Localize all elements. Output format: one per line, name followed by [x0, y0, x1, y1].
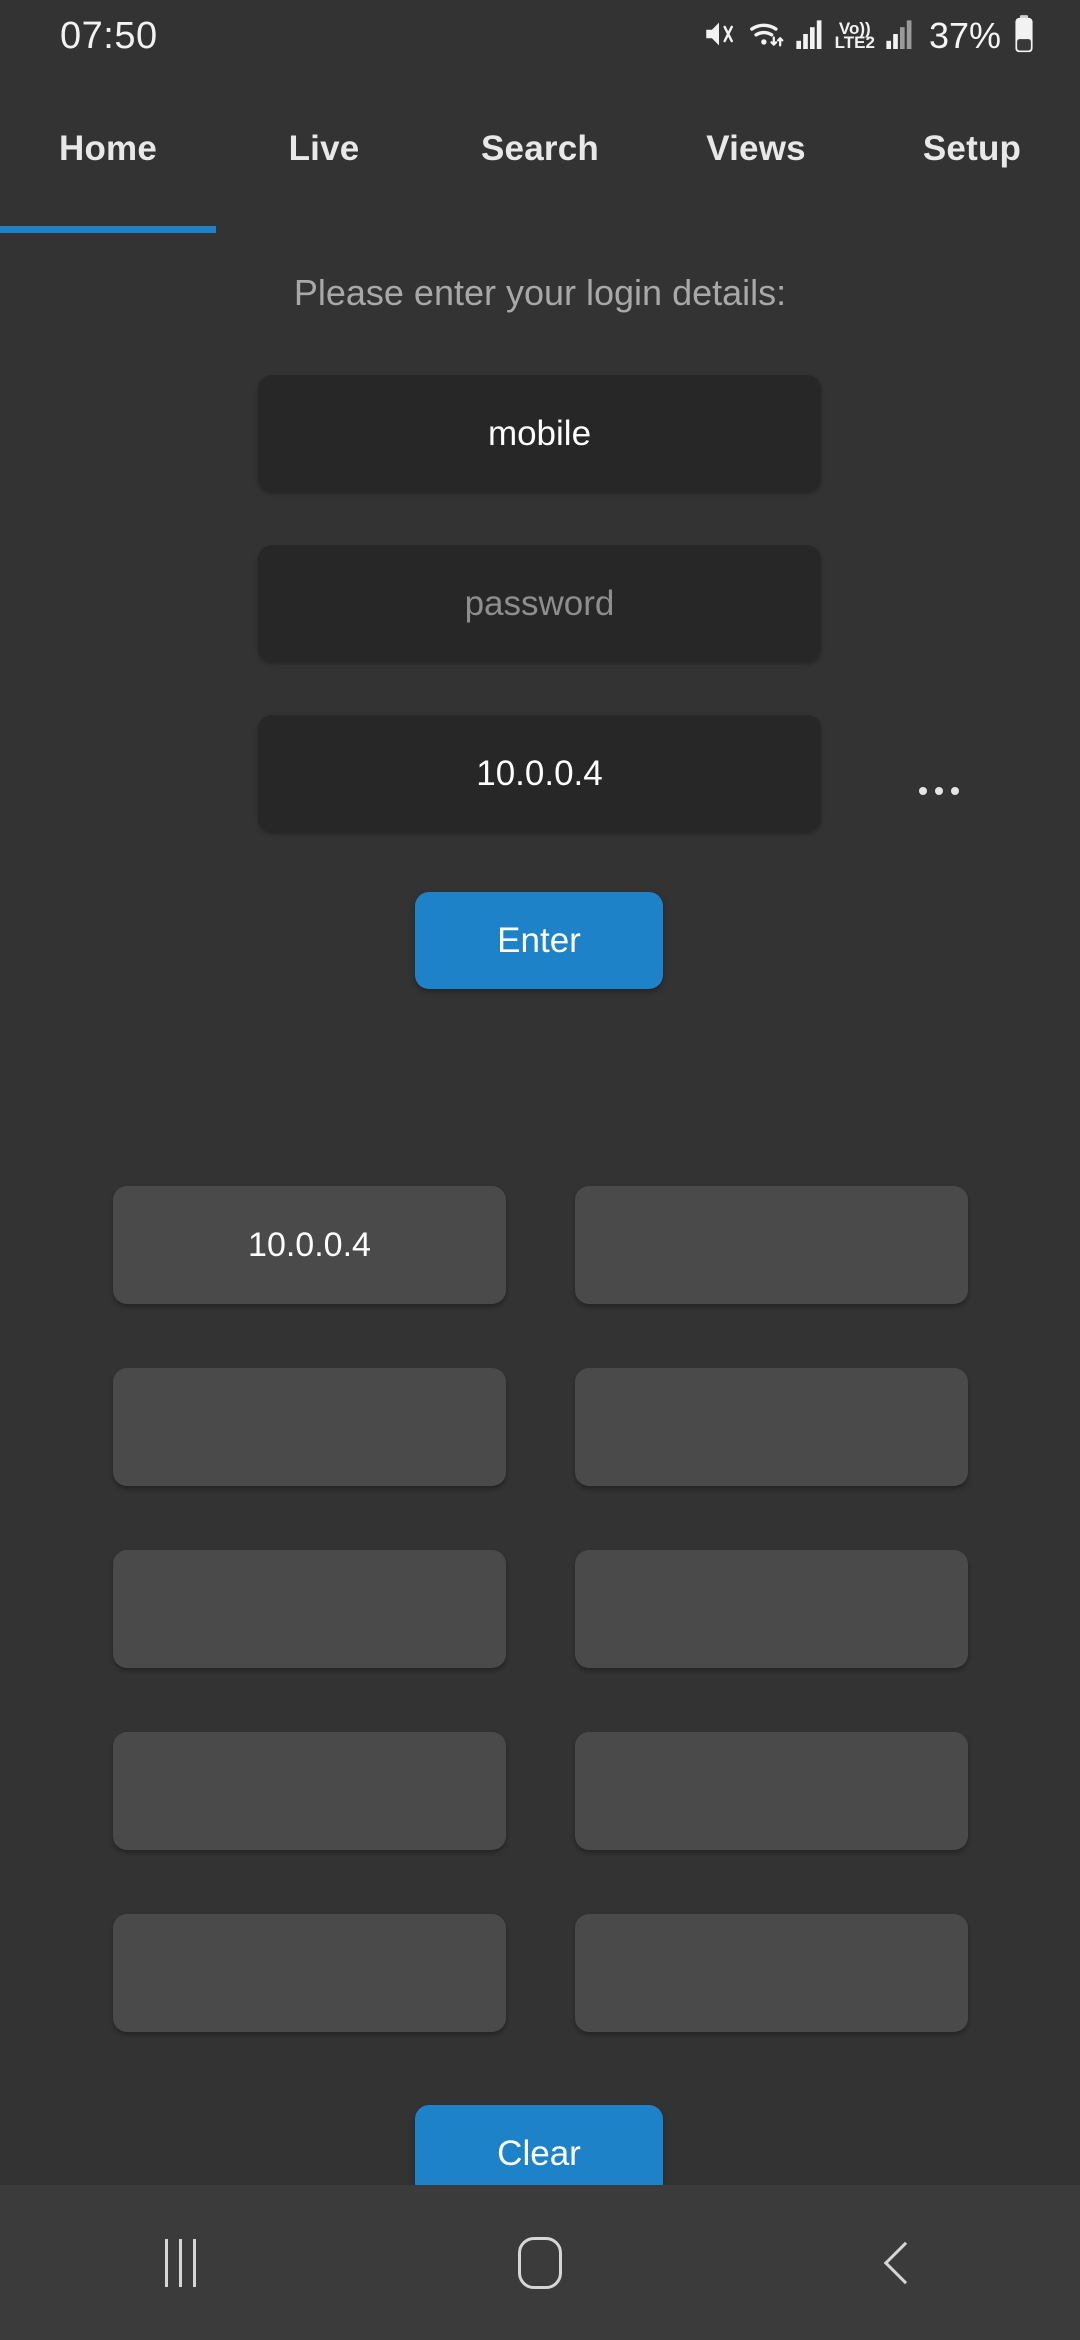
host-slot-1[interactable]: 10.0.0.4	[113, 1186, 506, 1304]
battery-icon	[1012, 14, 1036, 58]
back-icon	[883, 2241, 927, 2284]
overflow-menu-icon[interactable]	[908, 760, 970, 822]
recents-icon	[164, 2238, 196, 2287]
nav-recents-button[interactable]	[0, 2185, 360, 2340]
mute-icon	[702, 17, 736, 56]
tab-setup[interactable]: Setup	[864, 72, 1080, 226]
tab-live[interactable]: Live	[216, 72, 432, 226]
password-input[interactable]: password	[258, 545, 821, 662]
host-slot-8[interactable]	[575, 1732, 968, 1850]
recents-bar-1	[164, 2238, 168, 2287]
phone-screen: 07:50 Vo)) LTE2 37% Home Live Search Vie…	[0, 0, 1080, 2340]
host-slot-9[interactable]	[113, 1914, 506, 2032]
recents-bar-3	[192, 2238, 196, 2287]
nav-back-button[interactable]	[720, 2185, 1080, 2340]
status-icons: Vo)) LTE2 37%	[702, 14, 1036, 58]
recents-bar-2	[178, 2238, 182, 2287]
status-clock: 07:50	[60, 14, 158, 57]
tab-search[interactable]: Search	[432, 72, 648, 226]
tab-views[interactable]: Views	[648, 72, 864, 226]
status-bar: 07:50 Vo)) LTE2 37%	[0, 0, 1080, 72]
host-slot-5[interactable]	[113, 1550, 506, 1668]
dot-1	[919, 787, 927, 795]
host-slot-7[interactable]	[113, 1732, 506, 1850]
tab-active-indicator	[0, 226, 216, 233]
host-slot-2[interactable]	[575, 1186, 968, 1304]
host-slot-4[interactable]	[575, 1368, 968, 1486]
signal-2-icon	[886, 19, 914, 54]
username-input[interactable]: mobile	[258, 375, 821, 492]
host-slot-3[interactable]	[113, 1368, 506, 1486]
host-slot-grid: 10.0.0.4	[113, 1186, 968, 2032]
dot-3	[951, 787, 959, 795]
host-slot-10[interactable]	[575, 1914, 968, 2032]
dot-2	[935, 787, 943, 795]
tab-bar: Home Live Search Views Setup	[0, 72, 1080, 233]
tab-row: Home Live Search Views Setup	[0, 72, 1080, 226]
enter-button[interactable]: Enter	[415, 892, 663, 989]
login-prompt: Please enter your login details:	[293, 272, 787, 313]
host-slot-6[interactable]	[575, 1550, 968, 1668]
wifi-icon	[747, 17, 785, 56]
tab-home[interactable]: Home	[0, 72, 216, 226]
system-nav-bar	[0, 2185, 1080, 2340]
host-input[interactable]: 10.0.0.4	[258, 715, 821, 832]
signal-icon	[795, 19, 824, 54]
volte-bottom-label: LTE2	[834, 33, 875, 52]
battery-percent-label: 37%	[928, 15, 1001, 56]
volte-icon: Vo)) LTE2	[834, 20, 875, 52]
home-icon	[518, 2236, 562, 2289]
nav-home-button[interactable]	[360, 2185, 720, 2340]
